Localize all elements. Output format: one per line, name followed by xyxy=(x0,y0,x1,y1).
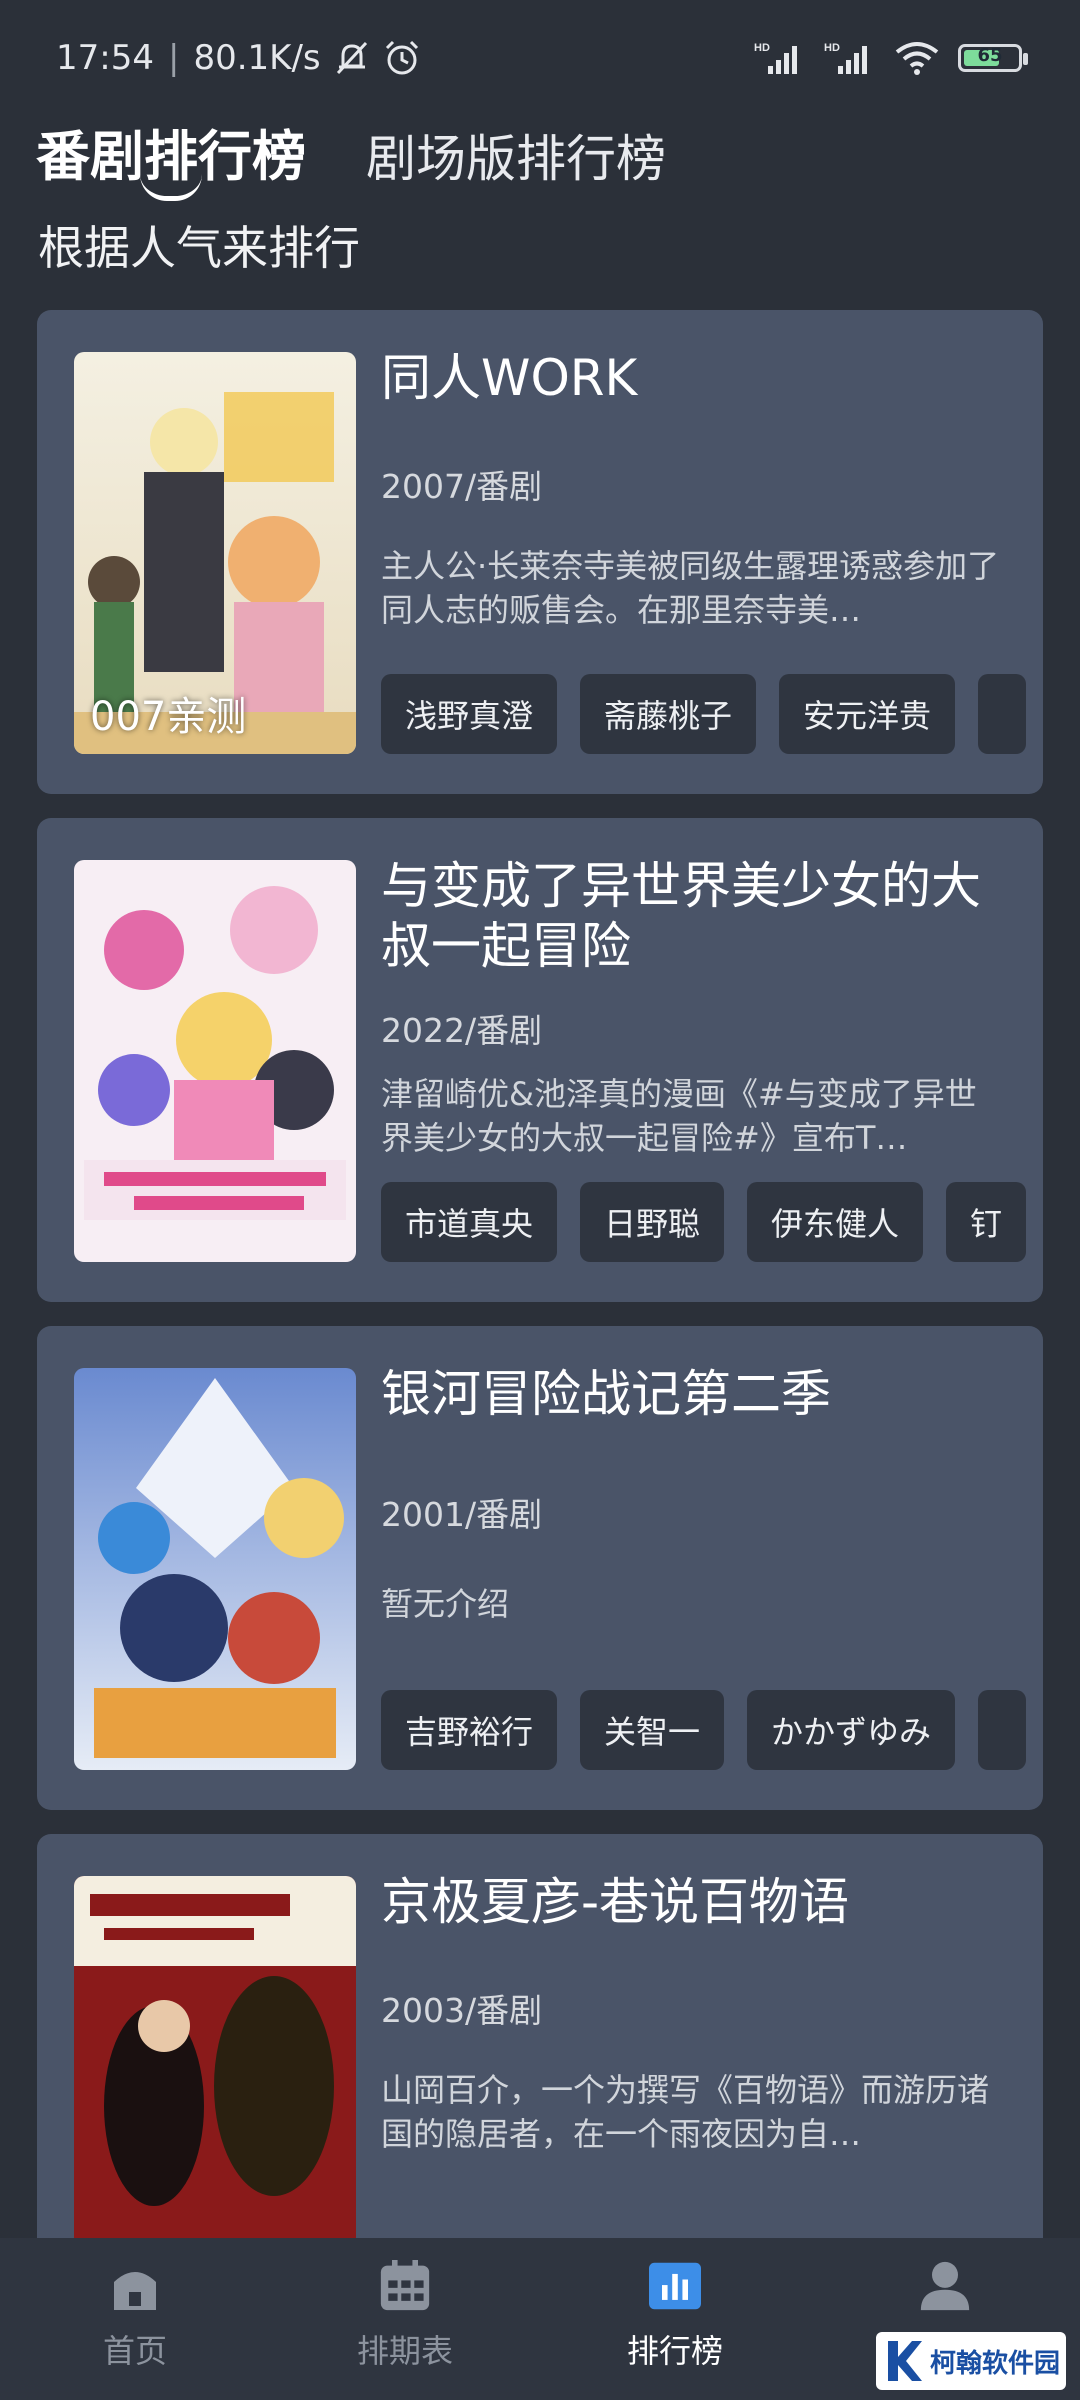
nav-home-label: 首页 xyxy=(102,2332,167,2370)
battery-icon: 65 xyxy=(958,44,1028,72)
ranking-subtitle: 根据人气来排行 xyxy=(38,221,360,275)
nav-schedule[interactable]: 排期表 xyxy=(270,2238,540,2400)
voice-actor-tag[interactable]: 关智一 xyxy=(580,1690,725,1770)
site-watermark: 柯翰软件园 xyxy=(876,2332,1066,2390)
battery-level: 65 xyxy=(977,45,1003,66)
voice-actor-tag[interactable]: 伊东健人 xyxy=(747,1182,924,1262)
watermark-text: 柯翰软件园 xyxy=(930,2348,1061,2379)
nav-home[interactable]: 首页 xyxy=(0,2238,270,2400)
status-divider: | xyxy=(167,38,180,78)
bottom-nav: 首页 排期表 排行榜 柯翰软件园 xyxy=(0,2238,1080,2400)
poster-caption: 007亲测 xyxy=(90,694,247,740)
chart-icon xyxy=(649,2260,701,2312)
status-speed: 80.1K/s xyxy=(193,38,321,78)
anime-card[interactable]: 007亲测 同人WORK 2007/番剧 主人公·长莱奈寺美被同级生露理诱惑参加… xyxy=(37,310,1043,794)
anime-poster: 007亲测 xyxy=(74,352,356,754)
mute-bell-icon xyxy=(336,41,367,75)
voice-actor-tags: 市道真央 日野聪 伊东健人 钉 xyxy=(381,1182,1043,1264)
anime-list: 007亲测 同人WORK 2007/番剧 主人公·长莱奈寺美被同级生露理诱惑参加… xyxy=(37,310,1043,2342)
anime-meta: 2003/番剧 xyxy=(381,1991,543,2030)
anime-card[interactable]: 银河冒险战记第二季 2001/番剧 暂无介绍 吉野裕行 关智一 かかずゆみ xyxy=(37,1326,1043,1810)
voice-actor-tag[interactable]: 浅野真澄 xyxy=(381,674,558,754)
anime-description: 津留崎优&池泽真的漫画《#与变成了异世界美少女的大叔一起冒险#》宣布T… xyxy=(381,1075,977,1157)
tab-movie-ranking-label: 剧场版排行榜 xyxy=(366,130,666,188)
status-right: HD HD 65 xyxy=(754,40,1028,76)
voice-actor-tag[interactable] xyxy=(978,1690,1027,1770)
voice-actor-tags: 浅野真澄 斋藤桃子 安元洋贵 xyxy=(381,674,1043,756)
voice-actor-tags: 吉野裕行 关智一 かかずゆみ xyxy=(381,1690,1043,1772)
alarm-icon xyxy=(385,40,418,75)
tab-active-indicator xyxy=(140,174,202,201)
anime-meta: 2007/番剧 xyxy=(381,467,543,506)
status-time: 17:54 xyxy=(56,38,154,78)
tab-anime-ranking[interactable]: 番剧排行榜 xyxy=(36,112,306,201)
anime-meta: 2001/番剧 xyxy=(381,1495,543,1534)
ranking-tabs: 番剧排行榜 剧场版排行榜 xyxy=(36,112,666,201)
anime-title: 京极夏彦-巷说百物语 xyxy=(381,1873,850,1931)
svg-text:HD: HD xyxy=(754,42,770,54)
anime-poster xyxy=(74,860,356,1262)
watermark-logo-icon xyxy=(888,2341,922,2381)
signal-hd-icon: HD xyxy=(754,42,797,74)
voice-actor-tag[interactable]: 吉野裕行 xyxy=(381,1690,558,1770)
anime-poster xyxy=(74,1876,356,2278)
home-icon xyxy=(109,2260,161,2312)
anime-title: 银河冒险战记第二季 xyxy=(381,1365,831,1423)
wifi-icon xyxy=(895,42,939,75)
status-bar: 17:54 | 80.1K/s HD HD 65 xyxy=(0,0,1080,120)
anime-poster xyxy=(74,1368,356,1770)
voice-actor-tag[interactable]: 斋藤桃子 xyxy=(580,674,757,754)
voice-actor-tag[interactable]: かかずゆみ xyxy=(747,1690,956,1770)
anime-title: 与变成了异世界美少女的大叔一起冒险 xyxy=(381,857,981,975)
voice-actor-tag[interactable] xyxy=(978,674,1027,754)
status-left: 17:54 | 80.1K/s xyxy=(56,38,421,78)
profile-icon xyxy=(919,2260,971,2312)
calendar-icon xyxy=(379,2260,431,2312)
anime-title: 同人WORK xyxy=(381,349,638,407)
tab-movie-ranking[interactable]: 剧场版排行榜 xyxy=(366,119,666,191)
nav-schedule-label: 排期表 xyxy=(356,2332,453,2370)
voice-actor-tag[interactable]: 钉 xyxy=(946,1182,1027,1262)
anime-card[interactable]: 与变成了异世界美少女的大叔一起冒险 2022/番剧 津留崎优&池泽真的漫画《#与… xyxy=(37,818,1043,1302)
voice-actor-tag[interactable]: 市道真央 xyxy=(381,1182,558,1262)
nav-ranking[interactable]: 排行榜 xyxy=(540,2238,810,2400)
svg-text:HD: HD xyxy=(824,42,840,54)
anime-description: 暂无介绍 xyxy=(381,1585,510,1623)
anime-description: 主人公·长莱奈寺美被同级生露理诱惑参加了同人志的贩售会。在那里奈寺美… xyxy=(381,547,1000,629)
signal-hd-icon-2: HD xyxy=(824,42,867,74)
anime-description: 山岡百介，一个为撰写《百物语》而游历诸国的隐居者，在一个雨夜因为自… xyxy=(381,2071,990,2153)
voice-actor-tag[interactable]: 日野聪 xyxy=(580,1182,725,1262)
nav-ranking-label: 排行榜 xyxy=(626,2332,723,2370)
anime-meta: 2022/番剧 xyxy=(381,1011,543,1050)
voice-actor-tag[interactable]: 安元洋贵 xyxy=(779,674,956,754)
